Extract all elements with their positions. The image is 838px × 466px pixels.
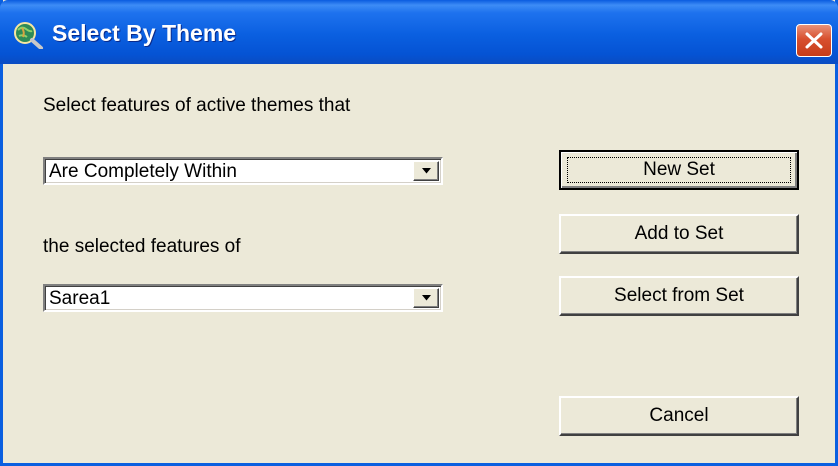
prompt-label: Select features of active themes that xyxy=(43,95,351,116)
relation-select[interactable]: Are Completely Within xyxy=(43,157,443,185)
select-from-set-button[interactable]: Select from Set xyxy=(559,276,799,316)
close-button[interactable] xyxy=(796,24,832,57)
add-to-set-button[interactable]: Add to Set xyxy=(559,214,799,254)
window-title: Select By Theme xyxy=(52,20,237,46)
add-to-set-button-label: Add to Set xyxy=(634,223,724,244)
cancel-button-label: Cancel xyxy=(649,405,709,426)
theme-select-dropdown-button[interactable] xyxy=(413,288,439,308)
select-by-theme-dialog: Select By Theme Select features of activ… xyxy=(0,0,838,466)
select-from-set-button-label: Select from Set xyxy=(614,285,744,306)
new-set-button-label: New Set xyxy=(643,159,715,180)
theme-select[interactable]: Sarea1 xyxy=(43,284,443,312)
target-label: the selected features of xyxy=(43,236,241,257)
theme-select-value: Sarea1 xyxy=(49,288,111,309)
globe-magnifier-icon xyxy=(12,21,44,50)
cancel-button[interactable]: Cancel xyxy=(559,396,799,436)
relation-select-dropdown-button[interactable] xyxy=(413,161,439,181)
title-bar[interactable]: Select By Theme xyxy=(0,0,838,64)
relation-select-value: Are Completely Within xyxy=(49,161,237,182)
chevron-down-icon xyxy=(422,168,431,174)
close-icon xyxy=(805,32,823,49)
new-set-button[interactable]: New Set xyxy=(559,150,799,190)
chevron-down-icon xyxy=(422,295,431,301)
